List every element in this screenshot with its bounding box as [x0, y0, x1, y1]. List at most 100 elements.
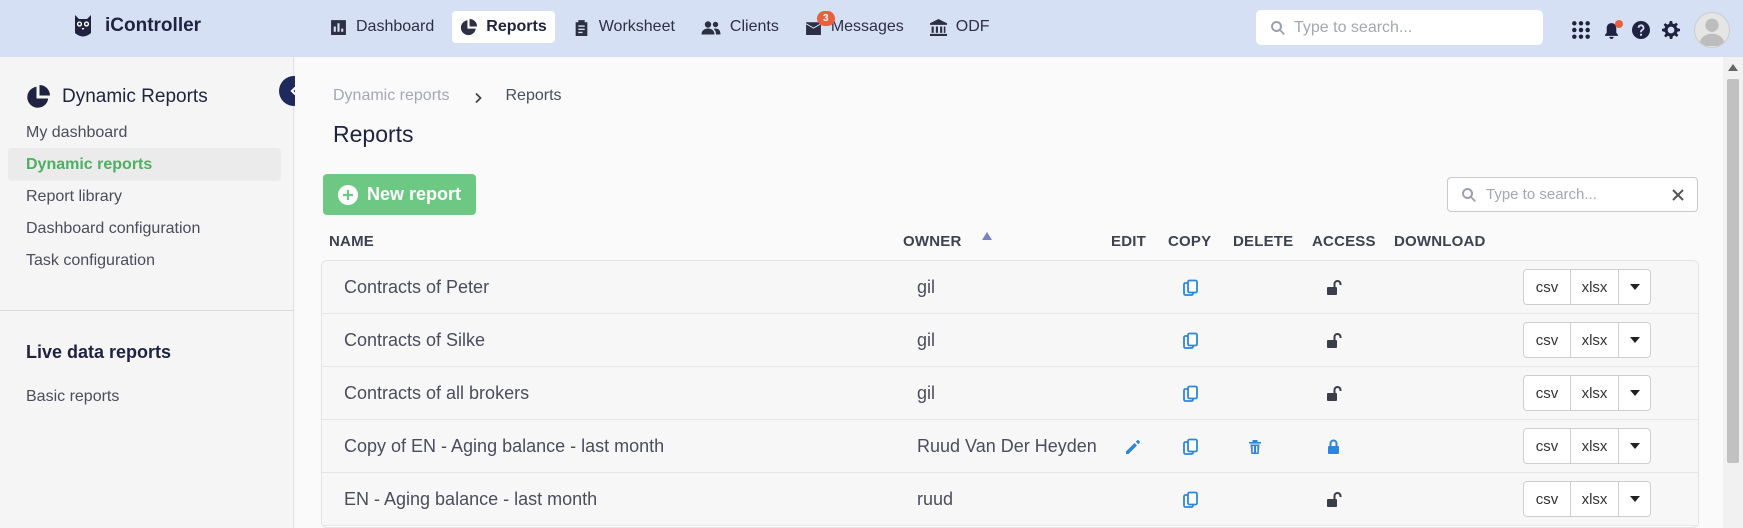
main-content: Dynamic reports Reports Reports New repo…	[295, 57, 1725, 528]
settings-button[interactable]	[1656, 15, 1686, 45]
download-xlsx-button[interactable]: xlsx	[1571, 323, 1619, 357]
breadcrumb: Dynamic reports Reports	[333, 87, 562, 105]
clear-search-button[interactable]	[1671, 188, 1685, 202]
download-xlsx-button[interactable]: xlsx	[1571, 376, 1619, 410]
access-toggle[interactable]	[1325, 420, 1343, 473]
table-row[interactable]: Copy of EN - Aging balance - last month …	[322, 420, 1698, 473]
report-name[interactable]: EN - Aging balance - last month	[344, 473, 597, 526]
top-icons	[1566, 12, 1730, 48]
reports-table: Contracts of Peter gil csv xlsx Contract…	[321, 260, 1699, 528]
sidebar-item-my-dashboard[interactable]: My dashboard	[8, 116, 281, 149]
download-dropdown-button[interactable]	[1619, 270, 1650, 304]
access-toggle[interactable]	[1325, 473, 1343, 526]
table-search-input[interactable]	[1486, 186, 1666, 203]
nav-label: Dashboard	[356, 18, 435, 35]
breadcrumb-parent-link[interactable]: Dynamic reports	[333, 87, 449, 105]
trash-icon	[1249, 439, 1261, 454]
report-owner: ruud	[917, 489, 954, 509]
download-xlsx-button[interactable]: xlsx	[1571, 270, 1619, 304]
search-icon	[1271, 20, 1285, 35]
download-xlsx-button[interactable]: xlsx	[1571, 482, 1619, 516]
download-csv-button[interactable]: csv	[1524, 429, 1571, 463]
download-xlsx-button[interactable]: xlsx	[1571, 429, 1619, 463]
column-header-access: ACCESS	[1312, 233, 1376, 250]
help-button[interactable]	[1626, 15, 1656, 45]
nav-clients[interactable]: Clients	[693, 11, 787, 43]
report-name[interactable]: Contracts of Peter	[344, 261, 489, 314]
sidebar: Dynamic Reports My dashboard Dynamic rep…	[0, 57, 294, 528]
global-search[interactable]	[1256, 10, 1543, 45]
apps-grid-button[interactable]	[1566, 15, 1596, 45]
download-csv-button[interactable]: csv	[1524, 270, 1571, 304]
copy-button[interactable]	[1182, 367, 1200, 420]
lock-open-icon	[1327, 491, 1342, 507]
table-row[interactable]: EN - Aging balance - last month ruud csv…	[322, 473, 1698, 526]
user-avatar[interactable]	[1694, 12, 1730, 48]
caret-down-icon	[1629, 337, 1640, 343]
main-nav: Dashboard Reports Worksheet Clients 3 Me…	[322, 11, 1008, 43]
nav-dashboard[interactable]: Dashboard	[322, 11, 442, 43]
new-report-button[interactable]: New report	[323, 174, 476, 215]
nav-odf[interactable]: ODF	[922, 11, 998, 43]
notifications-button[interactable]	[1596, 15, 1626, 45]
report-name[interactable]: Contracts of Silke	[344, 314, 485, 367]
column-header-delete: DELETE	[1233, 233, 1294, 250]
app-name: iController	[105, 15, 202, 36]
sidebar-item-dynamic-reports[interactable]: Dynamic reports	[8, 148, 281, 181]
page-scrollbar[interactable]	[1723, 57, 1743, 528]
download-csv-button[interactable]: csv	[1524, 323, 1571, 357]
download-dropdown-button[interactable]	[1619, 323, 1650, 357]
sidebar-title: Dynamic Reports	[26, 85, 208, 109]
access-toggle[interactable]	[1325, 314, 1343, 367]
sidebar-item-basic-reports[interactable]: Basic reports	[8, 380, 281, 413]
delete-button[interactable]	[1246, 420, 1264, 473]
report-name[interactable]: Copy of EN - Aging balance - last month	[344, 420, 664, 473]
table-search[interactable]	[1447, 177, 1698, 212]
nav-label: Worksheet	[598, 18, 675, 35]
nav-worksheet[interactable]: Worksheet	[565, 11, 683, 43]
copy-button[interactable]	[1182, 473, 1200, 526]
sidebar-item-dashboard-configuration[interactable]: Dashboard configuration	[8, 212, 281, 245]
edit-button[interactable]	[1124, 420, 1142, 473]
app-logo[interactable]: iController	[73, 12, 201, 40]
nav-reports[interactable]: Reports	[452, 11, 555, 43]
access-toggle[interactable]	[1325, 367, 1343, 420]
column-header-owner[interactable]: OWNER	[903, 233, 962, 250]
download-group: csv xlsx	[1523, 481, 1651, 517]
column-header-download: DOWNLOAD	[1394, 233, 1486, 250]
messages-badge: 3	[816, 11, 835, 26]
download-group: csv xlsx	[1523, 322, 1651, 358]
copy-icon	[1183, 491, 1198, 508]
copy-button[interactable]	[1182, 314, 1200, 367]
download-csv-button[interactable]: csv	[1524, 482, 1571, 516]
table-row[interactable]: Contracts of all brokers gil csv xlsx	[322, 367, 1698, 420]
download-dropdown-button[interactable]	[1619, 429, 1650, 463]
nav-label: Clients	[729, 18, 779, 35]
pencil-icon	[1126, 439, 1140, 454]
nav-messages[interactable]: 3 Messages	[797, 11, 912, 43]
sidebar-item-task-configuration[interactable]: Task configuration	[8, 244, 281, 277]
close-icon	[1672, 189, 1684, 201]
global-search-input[interactable]	[1294, 18, 1534, 37]
chevron-right-icon	[473, 91, 483, 104]
copy-button[interactable]	[1182, 420, 1200, 473]
caret-down-icon	[1629, 284, 1640, 290]
table-row[interactable]: Contracts of Silke gil csv xlsx	[322, 314, 1698, 367]
scrollbar-thumb[interactable]	[1727, 79, 1739, 463]
download-dropdown-button[interactable]	[1619, 376, 1650, 410]
access-toggle[interactable]	[1325, 261, 1343, 314]
table-row[interactable]: Contracts of Peter gil csv xlsx	[322, 261, 1698, 314]
apps-grid-icon	[1572, 21, 1590, 39]
download-group: csv xlsx	[1523, 375, 1651, 411]
copy-button[interactable]	[1182, 261, 1200, 314]
scroll-up-arrow-icon[interactable]	[1728, 64, 1738, 71]
sidebar-item-report-library[interactable]: Report library	[8, 180, 281, 213]
download-dropdown-button[interactable]	[1619, 482, 1650, 516]
column-header-edit: EDIT	[1111, 233, 1146, 250]
breadcrumb-current: Reports	[505, 87, 562, 104]
sort-ascending-icon[interactable]	[982, 232, 992, 240]
download-csv-button[interactable]: csv	[1524, 376, 1571, 410]
report-name[interactable]: Contracts of all brokers	[344, 367, 529, 420]
column-header-name[interactable]: NAME	[329, 233, 374, 250]
notification-dot	[1615, 20, 1623, 28]
